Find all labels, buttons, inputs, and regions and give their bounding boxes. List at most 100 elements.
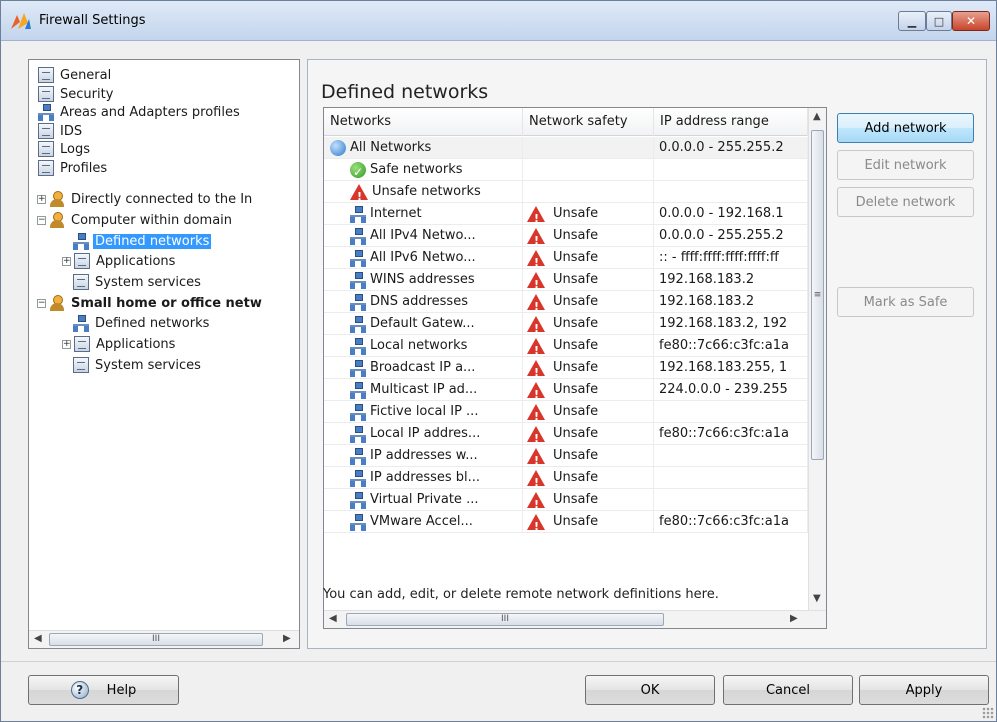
column-header-network-safety[interactable]: Network safety — [523, 108, 654, 136]
tree-item[interactable]: Profiles — [38, 158, 109, 178]
user-icon — [49, 295, 65, 311]
tree-item[interactable]: Security — [38, 84, 115, 104]
apply-button[interactable]: Apply — [859, 675, 989, 705]
networks-table[interactable]: Networks Network safety IP address range… — [323, 107, 827, 629]
network-name: Local IP addres... — [370, 426, 481, 441]
network-safety-value: Unsafe — [553, 514, 599, 529]
tree-item[interactable]: Logs — [38, 139, 92, 159]
table-vscroll-thumb[interactable]: ≡ — [811, 130, 824, 460]
network-name-cell: Multicast IP ad... — [324, 379, 523, 401]
minimize-button[interactable]: ▁ — [898, 11, 926, 31]
document-icon — [73, 357, 89, 373]
tree-item-label: Applications — [96, 253, 176, 269]
expand-icon[interactable]: + — [62, 256, 71, 266]
ip-range-cell: fe80::7c66:c3fc:a1a — [654, 423, 808, 445]
network-icon — [350, 360, 366, 377]
tree-item-label: General — [60, 67, 112, 83]
network-name: Unsafe networks — [372, 184, 481, 199]
tree-item[interactable]: IDS — [38, 121, 84, 141]
network-name-cell: Local IP addres... — [324, 423, 523, 445]
maximize-button[interactable]: □ — [926, 11, 952, 31]
table-row[interactable]: Default Gatew... Unsafe 192.168.183.2, 192 — [324, 313, 808, 335]
network-safety-cell: Unsafe — [523, 445, 654, 467]
table-row[interactable]: Fictive local IP ... Unsafe — [324, 401, 808, 423]
table-horizontal-scrollbar[interactable]: ◀ III ▶ — [324, 610, 826, 628]
network-name-cell: All Networks — [324, 137, 523, 159]
network-name: Multicast IP ad... — [370, 382, 478, 397]
table-row[interactable]: Broadcast IP a... Unsafe 192.168.183.255, … — [324, 357, 808, 379]
table-row[interactable]: Internet Unsafe 0.0.0.0 - 192.168.1 — [324, 203, 808, 225]
scroll-left-icon[interactable]: ◀ — [34, 633, 42, 644]
table-row[interactable]: IP addresses bl... Unsafe — [324, 467, 808, 489]
table-row[interactable]: DNS addresses Unsafe 192.168.183.2 — [324, 291, 808, 313]
network-safety-value: Unsafe — [553, 404, 599, 419]
table-row[interactable]: Local networks Unsafe fe80::7c66:c3fc:a1a — [324, 335, 808, 357]
column-header-ip-range[interactable]: IP address range — [654, 108, 808, 136]
help-button-label: Help — [106, 682, 137, 698]
table-row[interactable]: WINS addresses Unsafe 192.168.183.2 — [324, 269, 808, 291]
settings-tree[interactable]: General Security Areas and Adapters profil… — [28, 59, 300, 649]
help-button[interactable]: ? Help — [28, 675, 179, 705]
tree-horizontal-scrollbar[interactable]: ◀ III ▶ — [29, 630, 299, 648]
network-name-cell: DNS addresses — [324, 291, 523, 313]
collapse-icon[interactable]: − — [37, 215, 46, 225]
document-icon — [73, 274, 89, 290]
table-hscroll-thumb[interactable]: III — [346, 613, 664, 626]
network-safety-value: Unsafe — [553, 338, 599, 353]
table-row[interactable]: All IPv6 Netwo... Unsafe:: - ffff:ffff:ff… — [324, 247, 808, 269]
table-row[interactable]: Safe networks — [324, 159, 808, 181]
column-header-networks[interactable]: Networks — [324, 108, 523, 136]
scroll-down-icon[interactable]: ▼ — [813, 593, 821, 604]
ok-button[interactable]: OK — [585, 675, 715, 705]
tree-item[interactable]: + Directly connected to the In — [37, 189, 254, 209]
network-safety-value: Unsafe — [553, 470, 599, 485]
table-row[interactable]: Unsafe networks — [324, 181, 808, 203]
table-row[interactable]: VMware Accel... Unsafe fe80::7c66:c3fc:a1a — [324, 511, 808, 533]
help-icon: ? — [70, 681, 89, 699]
scroll-left-icon[interactable]: ◀ — [329, 613, 337, 624]
ip-range-cell: 0.0.0.0 - 192.168.1 — [654, 203, 808, 225]
mark-as-safe-button[interactable]: Mark as Safe — [837, 287, 974, 317]
table-row[interactable]: IP addresses w... Unsafe — [324, 445, 808, 467]
tree-item[interactable]: + Applications — [62, 334, 177, 354]
tree-item[interactable]: System services — [73, 355, 203, 375]
tree-item[interactable]: − Small home or office netw — [37, 293, 264, 313]
network-safety-value: Unsafe — [553, 382, 599, 397]
tree-item[interactable]: + Applications — [62, 251, 177, 271]
scroll-right-icon[interactable]: ▶ — [283, 633, 291, 644]
table-row[interactable]: All IPv4 Netwo... Unsafe 0.0.0.0 - 255.255… — [324, 225, 808, 247]
ip-range-cell: 224.0.0.0 - 239.255 — [654, 379, 808, 401]
network-icon — [350, 338, 366, 355]
tree-item[interactable]: General — [38, 65, 113, 85]
warning-icon — [527, 514, 545, 533]
table-row[interactable]: Multicast IP ad... Unsafe 224.0.0.0 - 239.… — [324, 379, 808, 401]
tree-item[interactable]: Defined networks — [73, 231, 212, 251]
resize-grip-icon[interactable] — [982, 707, 994, 719]
close-button[interactable]: ✕ — [952, 11, 990, 31]
tree-item[interactable]: System services — [73, 272, 203, 292]
tree-item[interactable]: Areas and Adapters profiles — [38, 102, 242, 122]
network-safety-value: Unsafe — [553, 448, 599, 463]
add-network-button[interactable]: Add network — [837, 113, 974, 143]
tree-item[interactable]: Defined networks — [73, 313, 211, 333]
table-vertical-scrollbar[interactable]: ▲ ≡ ▼ — [808, 108, 826, 612]
check-icon — [350, 161, 366, 181]
tree-item[interactable]: − Computer within domain — [37, 210, 234, 230]
delete-network-button[interactable]: Delete network — [837, 187, 974, 217]
collapse-icon[interactable]: − — [37, 298, 46, 308]
expand-icon[interactable]: + — [37, 194, 46, 204]
scroll-right-icon[interactable]: ▶ — [790, 613, 798, 624]
network-safety-cell: Unsafe — [523, 423, 654, 445]
cancel-button[interactable]: Cancel — [723, 675, 853, 705]
table-row[interactable]: All Networks 0.0.0.0 - 255.255.2 — [324, 137, 808, 159]
table-row[interactable]: Local IP addres... Unsafe fe80::7c66:c3fc:… — [324, 423, 808, 445]
network-safety-cell: Unsafe — [523, 203, 654, 225]
table-row[interactable]: Virtual Private ... Unsafe — [324, 489, 808, 511]
network-icon — [350, 382, 366, 399]
network-safety-value: Unsafe — [553, 426, 599, 441]
tree-scroll-thumb[interactable]: III — [49, 633, 263, 646]
expand-icon[interactable]: + — [62, 339, 71, 349]
warning-icon — [527, 228, 545, 247]
edit-network-button[interactable]: Edit network — [837, 150, 974, 180]
scroll-up-icon[interactable]: ▲ — [813, 111, 821, 122]
